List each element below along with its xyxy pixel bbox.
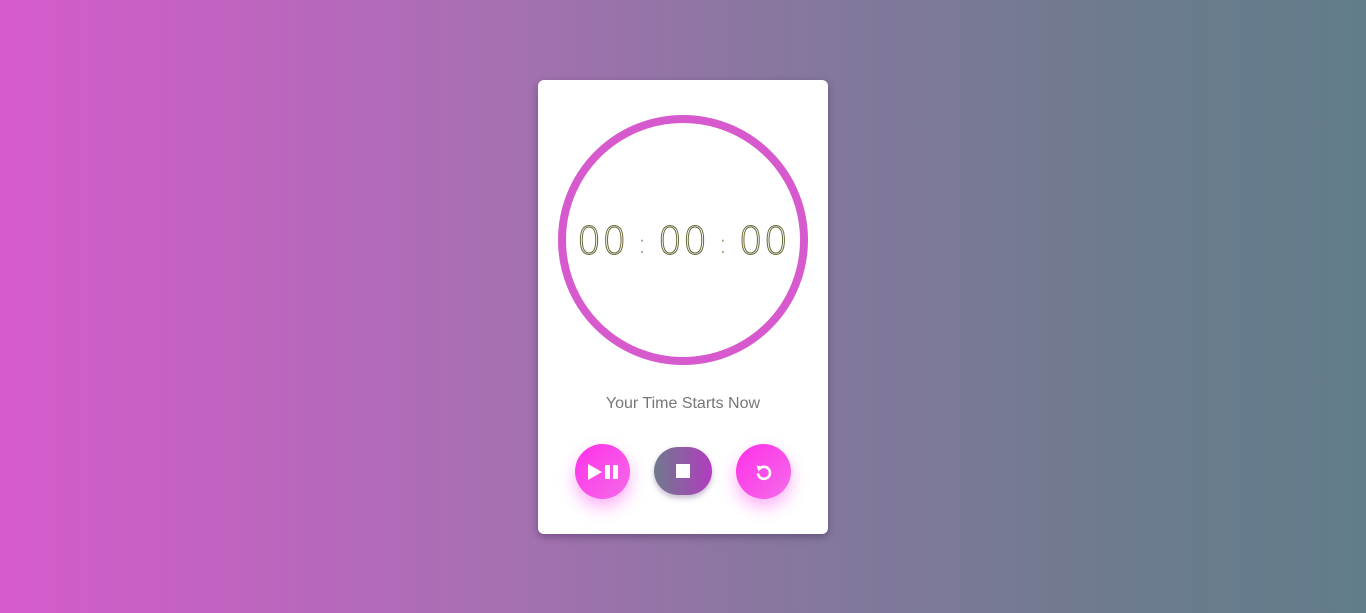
timer-seconds: 00	[738, 219, 789, 264]
timer-separator: :	[637, 226, 648, 260]
stop-icon	[676, 464, 690, 478]
timer-separator: :	[718, 226, 729, 260]
timer-display: 00 : 00 : 00	[577, 219, 789, 264]
play-pause-button[interactable]	[575, 444, 630, 499]
stopwatch-card: 00 : 00 : 00 Your Time Starts Now	[538, 80, 828, 534]
timer-hours: 00	[577, 219, 628, 264]
timer-ring: 00 : 00 : 00	[558, 115, 808, 365]
timer-minutes: 00	[657, 219, 709, 264]
play-pause-icon	[586, 463, 620, 481]
stop-button[interactable]	[654, 447, 712, 495]
reset-button[interactable]	[736, 444, 791, 499]
reset-icon	[754, 462, 774, 482]
status-text: Your Time Starts Now	[605, 395, 761, 412]
